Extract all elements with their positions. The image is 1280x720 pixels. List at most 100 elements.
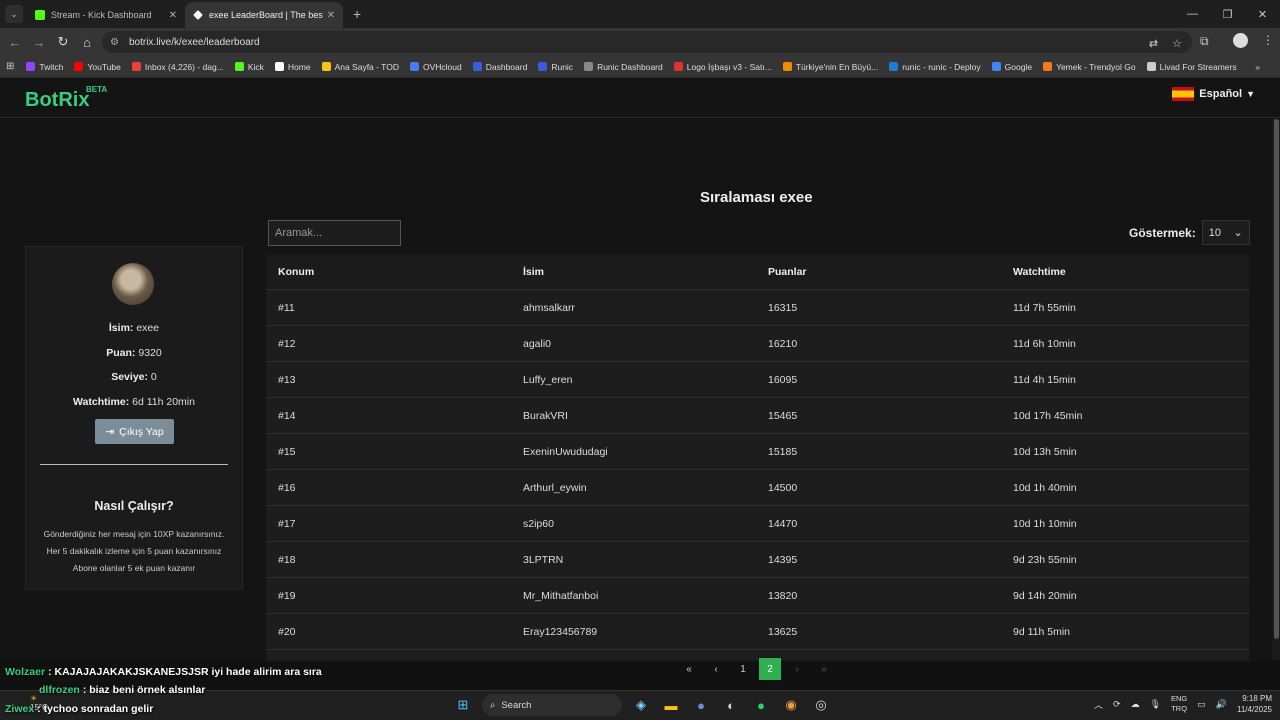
next-page-icon[interactable]: › — [786, 658, 808, 680]
bookmark-favicon-icon — [74, 62, 84, 71]
table-row: #16 Arthurl_eywin 14500 10d 1h 40min — [266, 470, 1249, 506]
watchtime-cell: 9d 14h 20min — [1013, 590, 1077, 602]
bookmark-item[interactable]: Logo İşbaşı v3 - Satı... — [673, 62, 772, 72]
site-info-icon[interactable]: ⚙ — [110, 37, 119, 48]
name-cell: s2ip60 — [523, 518, 554, 530]
watchtime-label: Watchtime: — [73, 396, 130, 408]
page-title: Sıralaması exee — [700, 189, 813, 206]
close-tab-icon[interactable]: ✕ — [327, 10, 335, 21]
microphone-icon[interactable]: 🎙 — [1150, 699, 1161, 710]
page-scrollbar[interactable] — [1272, 119, 1280, 660]
level-label: Seviye: — [111, 371, 148, 383]
bookmark-item[interactable]: Inbox (4,226) - dag... — [131, 62, 224, 72]
watchtime-cell: 11d 7h 55min — [1013, 302, 1076, 314]
browser-tab-strip: ⌄ Stream - Kick Dashboard ✕ exee LeaderB… — [0, 0, 1280, 28]
file-explorer-icon[interactable]: ▬ — [660, 694, 682, 716]
previous-page-icon[interactable]: ‹ — [705, 658, 727, 680]
botrix-logo[interactable]: BotRix — [25, 89, 89, 112]
page-1-button[interactable]: 1 — [732, 658, 754, 680]
logout-button[interactable]: ⇥ Çıkış Yap — [95, 419, 174, 444]
column-header-points[interactable]: Puanlar — [768, 254, 807, 290]
spotify-icon[interactable]: ● — [750, 694, 772, 716]
profile-watchtime: 6d 11h 20min — [132, 396, 195, 408]
close-tab-icon[interactable]: ✕ — [169, 10, 177, 21]
bookmark-item[interactable]: runic - runic - Deploy — [889, 62, 981, 72]
home-icon[interactable]: ⌂ — [75, 35, 99, 50]
browser-toolbar: ← → ↻ ⌂ ⚙ botrix.live/k/exee/leaderboard… — [0, 28, 1280, 56]
steam-icon[interactable]: ◐ — [720, 694, 742, 716]
new-tab-button[interactable]: + — [353, 6, 361, 22]
spain-flag-icon — [1172, 87, 1195, 101]
rank-cell: #20 — [278, 626, 296, 638]
app-icon[interactable]: ◎ — [810, 694, 832, 716]
bookmark-item[interactable]: Dashboard — [472, 62, 527, 72]
bookmark-item[interactable]: Yemek - Trendyol Go — [1043, 62, 1136, 72]
input-language[interactable]: ENG TRQ — [1171, 694, 1187, 714]
bookmark-item[interactable]: Kick — [234, 62, 264, 72]
page-size-select[interactable]: 10 ⌄ — [1201, 220, 1250, 245]
tab-leaderboard[interactable]: exee LeaderBoard | The best Ch ✕ — [185, 2, 343, 28]
tab-search-button[interactable]: ⌄ — [5, 5, 23, 23]
bookmark-item[interactable]: Ana Sayfa - TOD — [321, 62, 399, 72]
bookmark-item[interactable]: Türkiye'nin En Büyü... — [782, 62, 878, 72]
name-cell: 3LPTRN — [523, 554, 564, 566]
page-2-button[interactable]: 2 — [759, 658, 781, 680]
maximize-icon[interactable]: ❐ — [1210, 8, 1245, 21]
column-header-name[interactable]: İsim — [523, 254, 544, 290]
watchtime-cell: 10d 1h 10min — [1013, 518, 1077, 530]
chrome-icon[interactable]: ◉ — [780, 694, 802, 716]
chat-message: Wolzaer: KAJAJAJAKAKJSKANEJSJSR iyi hade… — [5, 666, 322, 678]
address-bar[interactable]: ⚙ botrix.live/k/exee/leaderboard ⇄ ☆ — [102, 31, 1192, 53]
bookmark-item[interactable]: Home — [274, 62, 311, 72]
bookmark-item[interactable]: Runic — [538, 62, 573, 72]
url-text[interactable]: botrix.live/k/exee/leaderboard — [129, 37, 260, 48]
chat-username: Wolzaer — [5, 666, 46, 678]
forward-icon[interactable]: → — [27, 35, 51, 50]
bookmarks-bar: ⊞ Twitch YouTube Inbox (4,226) - dag... Kic… — [0, 56, 1280, 78]
browser-menu-icon[interactable]: ⋮ — [1262, 33, 1274, 47]
taskbar-search[interactable]: ⌕ Search — [482, 694, 622, 716]
more-bookmarks-icon[interactable]: » — [1255, 62, 1260, 72]
tab-kick-dashboard[interactable]: Stream - Kick Dashboard ✕ — [27, 2, 185, 28]
language-selector[interactable]: Español ▼ — [1172, 87, 1255, 101]
minimize-icon[interactable]: — — [1175, 8, 1210, 20]
bookmark-item[interactable]: YouTube — [74, 62, 121, 72]
extensions-icon[interactable]: ⧉ — [1200, 34, 1209, 49]
discord-icon[interactable]: ● — [690, 694, 712, 716]
name-cell: Eray123456789 — [523, 626, 598, 638]
bookmark-item[interactable]: Livad For Streamers — [1146, 62, 1237, 72]
points-cell: 15465 — [768, 410, 798, 422]
onedrive-icon[interactable]: ☁ — [1131, 699, 1140, 710]
sign-out-icon: ⇥ — [105, 425, 115, 438]
last-page-icon[interactable]: » — [813, 658, 835, 680]
divider — [40, 464, 228, 465]
bookmark-item[interactable]: Google — [991, 62, 1032, 72]
pagination: « ‹ 1 2 › » — [678, 657, 840, 681]
bookmark-star-icon[interactable]: ☆ — [1172, 37, 1182, 50]
first-page-icon[interactable]: « — [678, 658, 700, 680]
column-header-watchtime[interactable]: Watchtime — [1013, 254, 1066, 290]
clock[interactable]: 9:18 PM 11/4/2025 — [1237, 693, 1272, 715]
bookmark-item[interactable]: Twitch — [26, 62, 63, 72]
network-sync-icon[interactable]: ⟳ — [1113, 699, 1121, 710]
chat-message: dlfrozen: biaz beni örnek alsınlar — [5, 684, 205, 696]
profile-avatar-icon[interactable] — [1233, 33, 1248, 48]
copilot-icon[interactable]: ◈ — [630, 694, 652, 716]
watchtime-cell: 9d 23h 55min — [1013, 554, 1077, 566]
windows-start-icon[interactable]: ⊞ — [452, 694, 474, 716]
bookmark-item[interactable]: Runic Dashboard — [584, 62, 663, 72]
display-icon[interactable]: ▭ — [1197, 699, 1206, 710]
bookmark-item[interactable]: OVHcloud — [409, 62, 462, 72]
column-header-rank[interactable]: Konum — [278, 254, 314, 290]
apps-grid-icon[interactable]: ⊞ — [6, 61, 14, 72]
close-window-icon[interactable]: ✕ — [1245, 8, 1280, 21]
search-input[interactable] — [268, 220, 401, 246]
reload-icon[interactable]: ↻ — [51, 34, 75, 50]
name-cell: Mr_Mithatfanboi — [523, 590, 599, 602]
tray-overflow-icon[interactable]: ︿ — [1094, 698, 1103, 711]
profile-card: İsim: exee Puan: 9320 Seviye: 0 Watchtim… — [25, 246, 243, 590]
back-icon[interactable]: ← — [3, 35, 27, 50]
translate-icon[interactable]: ⇄ — [1149, 37, 1158, 50]
scrollbar-thumb[interactable] — [1274, 119, 1279, 639]
volume-icon[interactable]: 🔊 — [1216, 699, 1227, 710]
